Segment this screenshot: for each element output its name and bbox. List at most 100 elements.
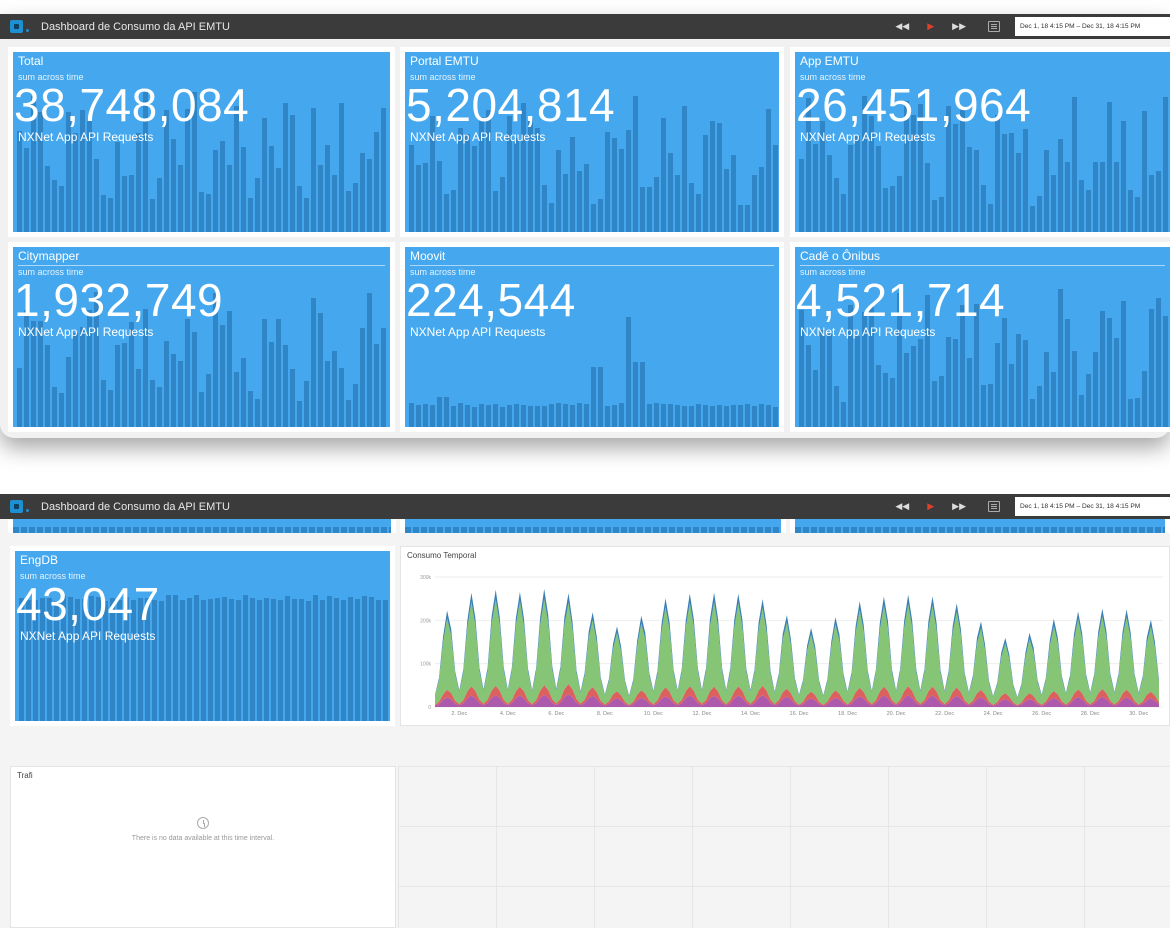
tile-bar: [409, 403, 414, 427]
tile-bar: [1149, 308, 1154, 427]
tile-moovit[interactable]: Moovit sum across time 224,544 NXNet App…: [400, 242, 784, 432]
tile-bar: [250, 598, 255, 721]
tile-bar: [855, 335, 860, 427]
tile-bar: [304, 381, 309, 427]
tile-bar: [1079, 179, 1084, 232]
tile-bar: [841, 194, 846, 232]
tile-bar: [234, 371, 239, 427]
consumo-temporal-panel[interactable]: Consumo Temporal 0 100k 200k 300k 2. Dec 4. D…: [400, 546, 1170, 726]
tile-bar: [813, 369, 818, 427]
tile-bar: [150, 199, 155, 232]
rewind-icon[interactable]: ◀◀: [895, 21, 909, 32]
tile-bar: [227, 311, 232, 427]
tile-bar: [1023, 339, 1028, 427]
tile-bar: [584, 163, 589, 232]
tile-bar: [73, 132, 78, 232]
tile-app-emtu[interactable]: App EMTU sum across time 26,451,964 NXNe…: [790, 47, 1170, 237]
tile-bar: [334, 598, 339, 721]
tile-bar: [374, 343, 379, 427]
time-range-picker[interactable]: Dec 1, 18 4:15 PM – Dec 31, 18 4:15 PM: [1015, 497, 1170, 516]
tile-bar: [1107, 102, 1112, 232]
tile-unit: NXNet App API Requests: [20, 629, 156, 643]
x-tick-label: 12. Dec: [692, 711, 711, 717]
tile-bar: [605, 406, 610, 427]
tile-bar: [841, 401, 846, 427]
x-tick-label: 20. Dec: [887, 711, 906, 717]
clock-icon: [197, 817, 209, 829]
tile-bar: [493, 191, 498, 232]
tile-bar: [339, 103, 344, 232]
tile-bar: [953, 339, 958, 427]
tile-bar: [353, 183, 358, 232]
tile-bar: [157, 178, 162, 232]
tile-bar: [612, 404, 617, 427]
tile-bar: [1114, 338, 1119, 427]
app-logo-icon[interactable]: [10, 20, 23, 33]
tile-bar: [171, 354, 176, 427]
tile-unit: NXNet App API Requests: [410, 325, 546, 339]
tile-bar: [1037, 195, 1042, 232]
tile-bar: [1009, 132, 1014, 232]
tile-bar: [1128, 190, 1133, 232]
calendar-icon[interactable]: [988, 501, 1000, 512]
tile-bar: [995, 342, 1000, 427]
tile-bar: [199, 391, 204, 427]
tile-divider: [410, 265, 774, 266]
tile-bar: [988, 384, 993, 427]
tile-bar: [668, 403, 673, 427]
tile-bar: [451, 406, 456, 427]
x-tick-label: 8. Dec: [597, 711, 613, 717]
x-tick-label: 14. Dec: [741, 711, 760, 717]
tile-bar: [437, 397, 442, 427]
tile-bar: [136, 133, 141, 232]
tile-bar: [974, 150, 979, 232]
tile-bar: [820, 329, 825, 427]
tile-bar: [178, 360, 183, 427]
time-controls: ◀◀ ▶ ▶▶: [895, 14, 1000, 39]
tile-engdb[interactable]: EngDB sum across time 43,047 NXNet App A…: [10, 546, 395, 726]
tile-bar: [243, 595, 248, 721]
tile-bar: [556, 150, 561, 232]
tile-cade-o-onibus[interactable]: Cadê o Ônibus sum across time 4,521,714 …: [790, 242, 1170, 432]
trafi-panel[interactable]: Trafi There is no data available at this…: [10, 766, 396, 928]
tile-bar: [423, 162, 428, 232]
tile-portal-emtu[interactable]: Portal EMTU sum across time 5,204,814 NX…: [400, 47, 784, 237]
tile-total[interactable]: Total sum across time 38,748,084 NXNet A…: [8, 47, 395, 237]
tile-bar: [199, 192, 204, 232]
tile-bar: [703, 134, 708, 232]
tile-bar: [806, 344, 811, 427]
fast-forward-icon[interactable]: ▶▶: [952, 501, 966, 512]
tile-bar: [486, 404, 491, 427]
tile-citymapper[interactable]: Citymapper sum across time 1,932,749 NXN…: [8, 242, 395, 432]
tile-bar: [598, 367, 603, 427]
tile-bar: [423, 403, 428, 427]
tile-bar: [1121, 300, 1126, 427]
app-logo-icon[interactable]: [10, 500, 23, 513]
tile-bar: [932, 199, 937, 232]
calendar-icon[interactable]: [988, 21, 1000, 32]
tile-bar: [493, 403, 498, 427]
tile-bar: [939, 197, 944, 232]
play-icon[interactable]: ▶: [927, 501, 934, 512]
tile-bar: [1030, 399, 1035, 427]
tile-bar: [248, 390, 253, 427]
tile-bar: [703, 404, 708, 427]
time-range-picker[interactable]: Dec 1, 18 4:15 PM – Dec 31, 18 4:15 PM: [1015, 17, 1170, 36]
tile-bar: [374, 131, 379, 232]
rewind-icon[interactable]: ◀◀: [895, 501, 909, 512]
tile-bar: [241, 147, 246, 232]
tile-bar: [472, 145, 477, 232]
tile-bar: [1163, 96, 1168, 232]
tile-bar: [1135, 197, 1140, 232]
tile-bar: [269, 145, 274, 232]
tile-bar: [271, 599, 276, 721]
tile-bar: [290, 368, 295, 427]
tile-bar: [1156, 298, 1161, 427]
play-icon[interactable]: ▶: [927, 21, 934, 32]
tile-bar: [381, 328, 386, 427]
tile-bar: [1065, 162, 1070, 232]
tile-bar: [327, 595, 332, 721]
tile-bar: [257, 599, 262, 721]
tile-bar: [472, 406, 477, 427]
fast-forward-icon[interactable]: ▶▶: [952, 21, 966, 32]
